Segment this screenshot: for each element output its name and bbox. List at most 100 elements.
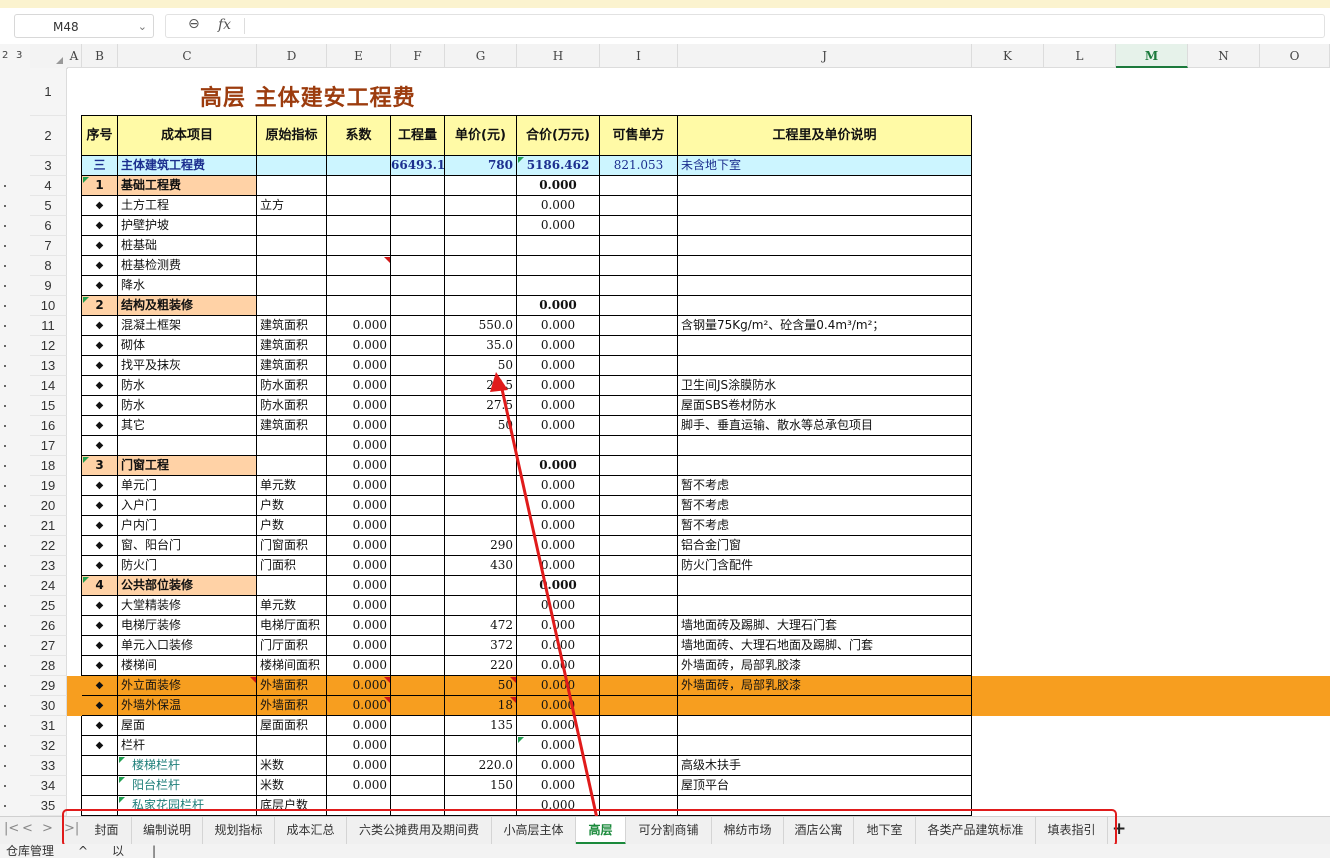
cell-indicator[interactable]: 米数 (257, 756, 327, 776)
cell-price[interactable] (445, 236, 517, 256)
cell-total[interactable]: 0.000 (517, 196, 600, 216)
cell-note[interactable]: 铝合金门窗 (678, 536, 972, 556)
cell-total[interactable] (517, 436, 600, 456)
cell-unit_sale[interactable] (600, 776, 678, 796)
cell-coef[interactable]: 0.000 (327, 316, 391, 336)
column-header-k[interactable]: K (972, 44, 1044, 68)
summary-note[interactable]: 未含地下室 (678, 156, 972, 176)
column-header-j[interactable]: J (678, 44, 972, 68)
cell-note[interactable]: 脚手、垂直运输、散水等总承包项目 (678, 416, 972, 436)
row-index[interactable]: ◆ (82, 736, 118, 756)
cell-note[interactable] (678, 796, 972, 816)
cell-item[interactable]: 窗、阳台门 (118, 536, 257, 556)
cell-item[interactable]: 防水 (118, 396, 257, 416)
cell-indicator[interactable]: 门窗面积 (257, 536, 327, 556)
row-header-20[interactable]: 20 (30, 496, 67, 516)
cell-quantity[interactable] (391, 776, 445, 796)
summary-coef[interactable] (327, 156, 391, 176)
row-index[interactable]: ◆ (82, 276, 118, 296)
name-box[interactable]: M48 ⌄ (14, 14, 154, 38)
cell-item[interactable]: 楼梯栏杆 (118, 756, 257, 776)
cell-total[interactable]: 0.000 (517, 596, 600, 616)
cell-quantity[interactable] (391, 456, 445, 476)
cell-note[interactable]: 含钢量75Kg/m²、砼含量0.4m³/m²； (678, 316, 972, 336)
cell-indicator[interactable]: 防水面积 (257, 376, 327, 396)
cell-note[interactable]: 屋面SBS卷材防水 (678, 396, 972, 416)
cell-unit_sale[interactable] (600, 216, 678, 236)
cell-quantity[interactable] (391, 796, 445, 816)
row-index[interactable] (82, 796, 118, 816)
cell-quantity[interactable] (391, 376, 445, 396)
cell-quantity[interactable] (391, 756, 445, 776)
row-header-1[interactable]: 1 (30, 68, 67, 116)
cell-unit_sale[interactable] (600, 756, 678, 776)
cell-quantity[interactable] (391, 296, 445, 316)
status-item-1[interactable]: 仓库管理 (6, 844, 54, 858)
cell-total[interactable]: 0.000 (517, 536, 600, 556)
row-index[interactable]: ◆ (82, 536, 118, 556)
cell-unit_sale[interactable] (600, 256, 678, 276)
cell-total[interactable]: 0.000 (517, 636, 600, 656)
cell-item[interactable]: 基础工程费 (118, 176, 257, 196)
sheet-tab-6[interactable]: 小高层主体 (492, 817, 576, 845)
row-index[interactable]: ◆ (82, 656, 118, 676)
cell-indicator[interactable]: 屋面面积 (257, 716, 327, 736)
cell-total[interactable] (517, 276, 600, 296)
cell-price[interactable] (445, 216, 517, 236)
cell-quantity[interactable] (391, 636, 445, 656)
cell-item[interactable]: 入户门 (118, 496, 257, 516)
prev-sheet-icon[interactable]: < (22, 821, 33, 836)
cell-price[interactable]: 50 (445, 676, 517, 696)
summary-item[interactable]: 主体建筑工程费 (118, 156, 257, 176)
cell-price[interactable]: 472 (445, 616, 517, 636)
cell-note[interactable] (678, 576, 972, 596)
cell-note[interactable]: 墙地面砖、大理石地面及踢脚、门套 (678, 636, 972, 656)
cell-unit_sale[interactable] (600, 476, 678, 496)
cell-coef[interactable]: 0.000 (327, 596, 391, 616)
column-header-l[interactable]: L (1044, 44, 1116, 68)
row-header-19[interactable]: 19 (30, 476, 67, 496)
cell-coef[interactable]: 0.000 (327, 736, 391, 756)
cell-total[interactable]: 0.000 (517, 296, 600, 316)
cell-total[interactable]: 0.000 (517, 736, 600, 756)
cell-coef[interactable]: 0.000 (327, 696, 391, 716)
row-header-3[interactable]: 3 (30, 156, 67, 176)
sheet-title[interactable]: 高层 主体建安工程费 (200, 80, 416, 112)
cell-price[interactable]: 18 (445, 696, 517, 716)
row-index[interactable]: ◆ (82, 256, 118, 276)
cell-quantity[interactable] (391, 536, 445, 556)
cell-note[interactable] (678, 356, 972, 376)
cell-quantity[interactable] (391, 176, 445, 196)
cell-item[interactable]: 找平及抹灰 (118, 356, 257, 376)
cell-indicator[interactable] (257, 436, 327, 456)
cell-note[interactable]: 外墙面砖，局部乳胶漆 (678, 656, 972, 676)
cell-total[interactable]: 0.000 (517, 336, 600, 356)
row-header-6[interactable]: 6 (30, 216, 67, 236)
last-sheet-icon[interactable]: >| (64, 821, 79, 836)
cell-total[interactable]: 0.000 (517, 216, 600, 236)
cell-indicator[interactable] (257, 576, 327, 596)
cell-price[interactable] (445, 296, 517, 316)
cell-price[interactable]: 27.5 (445, 396, 517, 416)
cell-note[interactable] (678, 696, 972, 716)
cell-quantity[interactable] (391, 516, 445, 536)
row-header-28[interactable]: 28 (30, 656, 67, 676)
cell-unit_sale[interactable] (600, 716, 678, 736)
cell-total[interactable]: 0.000 (517, 176, 600, 196)
cell-coef[interactable]: 0.000 (327, 616, 391, 636)
first-sheet-icon[interactable]: |< (4, 821, 19, 836)
status-item-3[interactable]: 以 (112, 844, 124, 858)
cell-total[interactable]: 0.000 (517, 616, 600, 636)
spreadsheet-grid[interactable]: 23 ABCDEFGHIJKLMNO 1 2 3 4 5 6 7 8 9 10 11 12 13 14 15… (0, 44, 1330, 816)
row-index[interactable]: ◆ (82, 356, 118, 376)
cell-item[interactable]: 桩基础 (118, 236, 257, 256)
cell-note[interactable]: 防火门含配件 (678, 556, 972, 576)
header-item[interactable]: 成本项目 (118, 116, 257, 156)
cell-quantity[interactable] (391, 676, 445, 696)
sheet-tab-13[interactable]: 填表指引 (1036, 817, 1108, 845)
cell-unit_sale[interactable] (600, 676, 678, 696)
sheet-tab-1[interactable]: 封面 (82, 817, 132, 845)
cell-total[interactable]: 0.000 (517, 376, 600, 396)
sheet-tab-5[interactable]: 六类公摊费用及期间费 (347, 817, 492, 845)
cell-quantity[interactable] (391, 656, 445, 676)
